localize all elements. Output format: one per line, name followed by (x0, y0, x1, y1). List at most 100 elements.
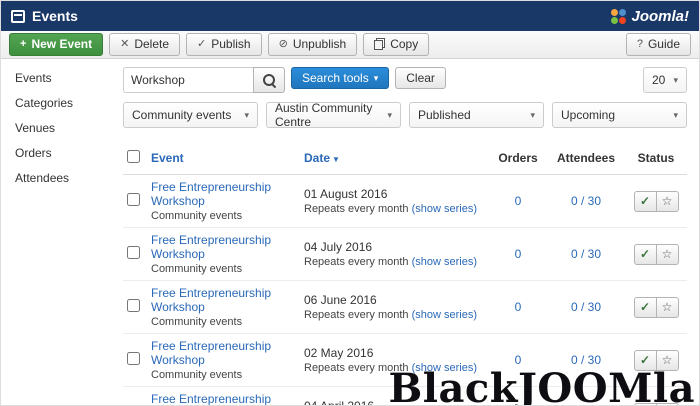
sidebar-item-orders[interactable]: Orders (15, 146, 119, 160)
search-submit-button[interactable] (253, 67, 285, 93)
event-title-link[interactable]: Free Entrepreneurship Workshop (151, 233, 304, 261)
publish-toggle-button[interactable]: ✓ (634, 191, 657, 212)
orders-header: Orders (489, 151, 547, 165)
table-row: Free Entrepreneurship Workshop Community… (123, 334, 687, 387)
unpublish-button[interactable]: ⊘ Unpublish (268, 33, 358, 55)
clear-button[interactable]: Clear (395, 67, 446, 89)
attendees-count-link[interactable]: 0 / 30 (571, 194, 601, 208)
top-bar: Events Joomla! (1, 1, 699, 31)
joomla-logo: Joomla! (611, 8, 689, 25)
joomla-logo-text: Joomla! (631, 8, 689, 25)
sort-desc-icon: ▼ (332, 155, 340, 164)
event-category: Community events (151, 316, 304, 328)
search-tools-button[interactable]: Search tools ▾ (291, 67, 389, 89)
show-series-link[interactable]: (show series) (412, 362, 477, 374)
feature-toggle-button[interactable]: ☆ (656, 191, 679, 212)
toolbar: + New Event ✕ Delete ✓ Publish ⊘ Unpubli… (1, 31, 699, 59)
row-checkbox[interactable] (127, 246, 140, 259)
row-checkbox[interactable] (127, 299, 140, 312)
guide-button[interactable]: ? Guide (626, 33, 691, 55)
filter-time-select[interactable]: Upcoming ▾ (552, 102, 687, 128)
event-date: 01 August 2016 (304, 187, 489, 201)
chevron-down-icon: ▾ (673, 75, 678, 86)
publish-button[interactable]: ✓ Publish (186, 33, 262, 55)
table-row: Free Entrepreneurship Workshop Community… (123, 281, 687, 334)
feature-toggle-button[interactable]: ☆ (656, 403, 679, 406)
event-category: Community events (151, 210, 304, 222)
publish-toggle-button[interactable]: ✓ (634, 350, 657, 371)
chevron-down-icon: ▾ (673, 110, 678, 121)
orders-count-link[interactable]: 0 (515, 353, 522, 367)
orders-count-link[interactable]: 0 (515, 247, 522, 261)
sidebar-item-events[interactable]: Events (15, 71, 119, 85)
event-title-link[interactable]: Free Entrepreneurship Workshop (151, 286, 304, 314)
new-event-button[interactable]: + New Event (9, 33, 103, 55)
sort-by-event-link[interactable]: Event (151, 151, 184, 165)
repeat-text: Repeats every month (304, 309, 409, 321)
event-title-link[interactable]: Free Entrepreneurship Workshop (151, 180, 304, 208)
status-header: Status (625, 151, 687, 165)
chevron-down-icon: ▾ (530, 110, 535, 121)
attendees-count-link[interactable]: 0 / 30 (571, 247, 601, 261)
feature-toggle-button[interactable]: ☆ (656, 244, 679, 265)
delete-icon: ✕ (120, 38, 129, 51)
attendees-header: Attendees (547, 151, 625, 165)
repeat-text: Repeats every month (304, 256, 409, 268)
chevron-down-icon: ▾ (374, 73, 379, 84)
joomla-logo-icon (611, 9, 626, 24)
filter-venue-select[interactable]: Austin Community Centre ▾ (266, 102, 401, 128)
feature-toggle-button[interactable]: ☆ (656, 297, 679, 318)
filter-category-select[interactable]: Community events ▾ (123, 102, 258, 128)
table-row: Free Entrepreneurship Workshop Community… (123, 228, 687, 281)
search-row: Search tools ▾ Clear 20 ▾ (123, 67, 687, 93)
attendees-count-link[interactable]: 0 / 30 (571, 300, 601, 314)
feature-toggle-button[interactable]: ☆ (656, 350, 679, 371)
search-input[interactable] (123, 67, 253, 93)
unpublish-icon: ⊘ (279, 38, 288, 51)
event-date: 04 April 2016 (304, 399, 489, 406)
search-icon (263, 74, 276, 87)
event-date: 06 June 2016 (304, 293, 489, 307)
event-category: Community events (151, 369, 304, 381)
publish-icon: ✓ (197, 38, 206, 51)
orders-count-link[interactable]: 0 (515, 300, 522, 314)
show-series-link[interactable]: (show series) (412, 309, 477, 321)
publish-toggle-button[interactable]: ✓ (634, 244, 657, 265)
publish-toggle-button[interactable]: ✓ (634, 297, 657, 318)
table-header: Event Date▼ Orders Attendees Status (123, 144, 687, 175)
copy-button[interactable]: Copy (363, 33, 429, 55)
publish-toggle-button[interactable]: ✓ (634, 403, 657, 406)
row-checkbox[interactable] (127, 352, 140, 365)
event-title-link[interactable]: Free Entrepreneurship Workshop (151, 392, 304, 406)
event-date: 04 July 2016 (304, 240, 489, 254)
page-title: Events (32, 8, 78, 24)
orders-count-link[interactable]: 0 (515, 194, 522, 208)
table-row: Free Entrepreneurship Workshop Community… (123, 387, 687, 406)
sidebar-item-attendees[interactable]: Attendees (15, 171, 119, 185)
event-category: Community events (151, 263, 304, 275)
row-checkbox[interactable] (127, 193, 140, 206)
show-series-link[interactable]: (show series) (412, 256, 477, 268)
repeat-text: Repeats every month (304, 203, 409, 215)
sidebar-item-categories[interactable]: Categories (15, 96, 119, 110)
event-title-link[interactable]: Free Entrepreneurship Workshop (151, 339, 304, 367)
chevron-down-icon: ▾ (387, 110, 392, 121)
table-row: Free Entrepreneurship Workshop Community… (123, 175, 687, 228)
calendar-icon (11, 10, 25, 23)
event-date: 02 May 2016 (304, 346, 489, 360)
chevron-down-icon: ▾ (244, 110, 249, 121)
filter-row: Community events ▾ Austin Community Cent… (123, 102, 687, 128)
copy-icon (374, 38, 385, 50)
main-content: Search tools ▾ Clear 20 ▾ Community even… (119, 59, 699, 406)
attendees-count-link[interactable]: 0 / 30 (571, 353, 601, 367)
filter-status-select[interactable]: Published ▾ (409, 102, 544, 128)
select-all-checkbox[interactable] (127, 150, 140, 163)
sidebar-item-venues[interactable]: Venues (15, 121, 119, 135)
list-limit-select[interactable]: 20 ▾ (643, 67, 687, 93)
sidebar: Events Categories Venues Orders Attendee… (1, 59, 119, 406)
show-series-link[interactable]: (show series) (412, 203, 477, 215)
joomla-events-page: Events Joomla! + New Event ✕ Delete ✓ Pu… (0, 0, 700, 406)
sort-by-date-link[interactable]: Date (304, 151, 330, 165)
delete-button[interactable]: ✕ Delete (109, 33, 180, 55)
repeat-text: Repeats every month (304, 362, 409, 374)
